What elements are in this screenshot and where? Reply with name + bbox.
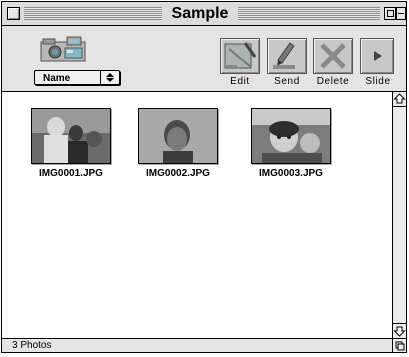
edit-button[interactable] <box>220 38 260 74</box>
delete-icon <box>320 43 346 69</box>
slide-button-label: Slide <box>365 76 391 87</box>
photo-filename: IMG0001.JPG <box>39 168 103 179</box>
delete-button-label: Delete <box>316 76 350 87</box>
photo-count: 3 Photos <box>12 340 52 351</box>
send-button[interactable] <box>267 38 307 74</box>
scroll-down-arrow-icon[interactable] <box>393 323 406 338</box>
send-button-label: Send <box>274 76 300 87</box>
resize-grip-icon[interactable] <box>392 339 406 352</box>
close-box-icon[interactable] <box>7 7 20 20</box>
select-updown-arrows-icon <box>100 71 114 84</box>
title-bar-stripes-left <box>24 7 162 20</box>
photo-filename: IMG0002.JPG <box>146 168 210 179</box>
slideshow-play-icon <box>374 51 382 61</box>
title-bar[interactable]: Sample <box>2 2 406 26</box>
edit-button-label: Edit <box>230 76 250 87</box>
status-bar: 3 Photos <box>2 338 406 352</box>
sort-by-select[interactable]: Name <box>34 70 120 85</box>
vertical-scrollbar[interactable] <box>392 92 406 338</box>
send-icon <box>273 42 295 69</box>
app-window: Sample Name Edit Send Delete Slide IMG00… <box>1 1 407 353</box>
zoom-box-icon[interactable] <box>384 7 396 20</box>
photo-filename: IMG0003.JPG <box>259 168 323 179</box>
camera-icon <box>40 36 86 62</box>
delete-button[interactable] <box>313 38 353 74</box>
photo-thumbnail[interactable] <box>138 108 218 164</box>
photo-browser-area: IMG0001.JPG IMG0002.JPG IMG0003.JPG <box>2 92 392 338</box>
photo-thumbnail[interactable] <box>251 108 331 164</box>
edit-icon <box>224 42 257 69</box>
slide-button[interactable] <box>360 38 394 74</box>
toolbar: Name Edit Send Delete Slide <box>2 26 406 92</box>
window-title: Sample <box>163 4 237 24</box>
scroll-up-arrow-icon[interactable] <box>393 92 406 107</box>
title-bar-stripes-right <box>238 7 380 20</box>
photo-thumbnail[interactable] <box>31 108 111 164</box>
sort-by-value: Name <box>43 73 71 84</box>
collapse-box-icon[interactable] <box>396 7 406 20</box>
